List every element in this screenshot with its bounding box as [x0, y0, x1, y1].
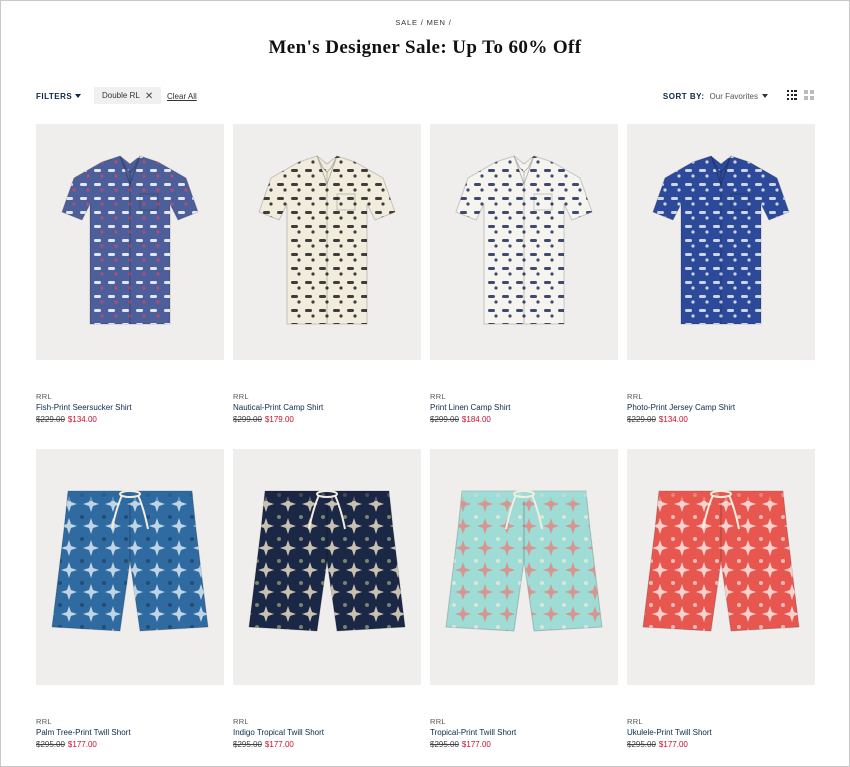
- product-card[interactable]: RRL Photo-Print Jersey Camp Shirt $229.00 $…: [627, 124, 815, 449]
- breadcrumb: SALE / MEN /: [1, 18, 849, 27]
- close-icon[interactable]: ✕: [145, 88, 153, 105]
- page-title: Men's Designer Sale: Up To 60% Off: [268, 37, 582, 58]
- grid-view-2-icon[interactable]: [804, 90, 814, 100]
- original-price: $295.00: [36, 740, 65, 749]
- original-price: $299.00: [430, 415, 459, 424]
- filters-button[interactable]: FILTERS: [36, 92, 82, 101]
- product-price: $299.00 $179.00: [233, 415, 294, 424]
- short-illustration: [248, 490, 406, 632]
- original-price: $295.00: [233, 740, 262, 749]
- sale-price: $179.00: [264, 415, 294, 424]
- sale-price: $177.00: [658, 740, 688, 749]
- product-price: $295.00 $177.00: [36, 740, 97, 749]
- shirt-illustration: [455, 155, 593, 325]
- sale-price: $184.00: [461, 415, 491, 424]
- tropical-print-short-image[interactable]: [430, 449, 618, 685]
- product-price: $229.00 $134.00: [627, 415, 688, 424]
- product-brand: RRL: [233, 717, 249, 726]
- sort-control: SORT BY: Our Favorites: [663, 92, 768, 101]
- product-name[interactable]: Ukulele-Print Twill Short: [627, 728, 712, 737]
- product-card[interactable]: RRL Fish-Print Seersucker Shirt $229.00 $13…: [36, 124, 224, 449]
- sale-price: $177.00: [461, 740, 491, 749]
- product-name[interactable]: Tropical-Print Twill Short: [430, 728, 516, 737]
- photo-print-shirt-image[interactable]: [627, 124, 815, 360]
- short-illustration: [445, 490, 603, 632]
- fish-print-shirt-image[interactable]: [36, 124, 224, 360]
- product-card[interactable]: RRL Ukulele-Print Twill Short $295.00 $177.…: [627, 449, 815, 767]
- product-brand: RRL: [627, 392, 643, 401]
- product-price: $295.00 $177.00: [430, 740, 491, 749]
- sale-price: $177.00: [67, 740, 97, 749]
- palm-tree-short-image[interactable]: [36, 449, 224, 685]
- toolbar: FILTERS Double RL ✕ Clear All SORT BY: Our…: [36, 87, 814, 105]
- ukulele-print-short-image[interactable]: [627, 449, 815, 685]
- shirt-illustration: [652, 155, 790, 325]
- product-name[interactable]: Fish-Print Seersucker Shirt: [36, 403, 132, 412]
- original-price: $229.00: [627, 415, 656, 424]
- filter-chip-double-rl[interactable]: Double RL ✕: [94, 87, 162, 105]
- original-price: $229.00: [36, 415, 65, 424]
- product-brand: RRL: [36, 717, 52, 726]
- product-brand: RRL: [430, 392, 446, 401]
- clear-all-link[interactable]: Clear All: [167, 92, 197, 101]
- product-name[interactable]: Indigo Tropical Twill Short: [233, 728, 324, 737]
- breadcrumb-separator: /: [448, 18, 452, 27]
- product-card[interactable]: RRL Indigo Tropical Twill Short $295.00 $17…: [233, 449, 421, 767]
- breadcrumb-men[interactable]: MEN: [427, 18, 446, 27]
- caret-down-icon: [762, 94, 768, 98]
- product-price: $295.00 $177.00: [627, 740, 688, 749]
- product-brand: RRL: [36, 392, 52, 401]
- indigo-tropical-short-image[interactable]: [233, 449, 421, 685]
- product-card[interactable]: RRL Print Linen Camp Shirt $299.00 $184.00: [430, 124, 618, 449]
- product-brand: RRL: [627, 717, 643, 726]
- product-grid: RRL Fish-Print Seersucker Shirt $229.00 $13…: [36, 124, 816, 767]
- linen-camp-shirt-image[interactable]: [430, 124, 618, 360]
- caret-down-icon: [75, 94, 82, 98]
- shirt-illustration: [61, 155, 199, 325]
- product-name[interactable]: Palm Tree-Print Twill Short: [36, 728, 131, 737]
- product-name[interactable]: Photo-Print Jersey Camp Shirt: [627, 403, 735, 412]
- product-name[interactable]: Nautical-Print Camp Shirt: [233, 403, 323, 412]
- sale-price: $134.00: [658, 415, 688, 424]
- product-price: $229.00 $134.00: [36, 415, 97, 424]
- product-price: $299.00 $184.00: [430, 415, 491, 424]
- short-illustration: [642, 490, 800, 632]
- sale-price: $134.00: [67, 415, 97, 424]
- sort-dropdown[interactable]: Our Favorites: [710, 92, 758, 101]
- product-brand: RRL: [430, 717, 446, 726]
- sort-label: SORT BY:: [662, 92, 705, 101]
- product-card[interactable]: RRL Nautical-Print Camp Shirt $299.00 $179.…: [233, 124, 421, 449]
- filter-chip-label: Double RL: [102, 91, 140, 100]
- product-card[interactable]: RRL Tropical-Print Twill Short $295.00 $177…: [430, 449, 618, 767]
- grid-view-4-icon[interactable]: [787, 90, 797, 100]
- product-price: $295.00 $177.00: [233, 740, 294, 749]
- nautical-print-shirt-image[interactable]: [233, 124, 421, 360]
- breadcrumb-separator: /: [420, 18, 424, 27]
- original-price: $295.00: [430, 740, 459, 749]
- product-card[interactable]: RRL Palm Tree-Print Twill Short $295.00 $17…: [36, 449, 224, 767]
- product-brand: RRL: [233, 392, 249, 401]
- short-illustration: [51, 490, 209, 632]
- filters-label: FILTERS: [36, 92, 73, 101]
- original-price: $299.00: [233, 415, 262, 424]
- breadcrumb-sale[interactable]: SALE: [395, 18, 417, 27]
- product-name[interactable]: Print Linen Camp Shirt: [430, 403, 510, 412]
- original-price: $295.00: [627, 740, 656, 749]
- shirt-illustration: [258, 155, 396, 325]
- sale-price: $177.00: [264, 740, 294, 749]
